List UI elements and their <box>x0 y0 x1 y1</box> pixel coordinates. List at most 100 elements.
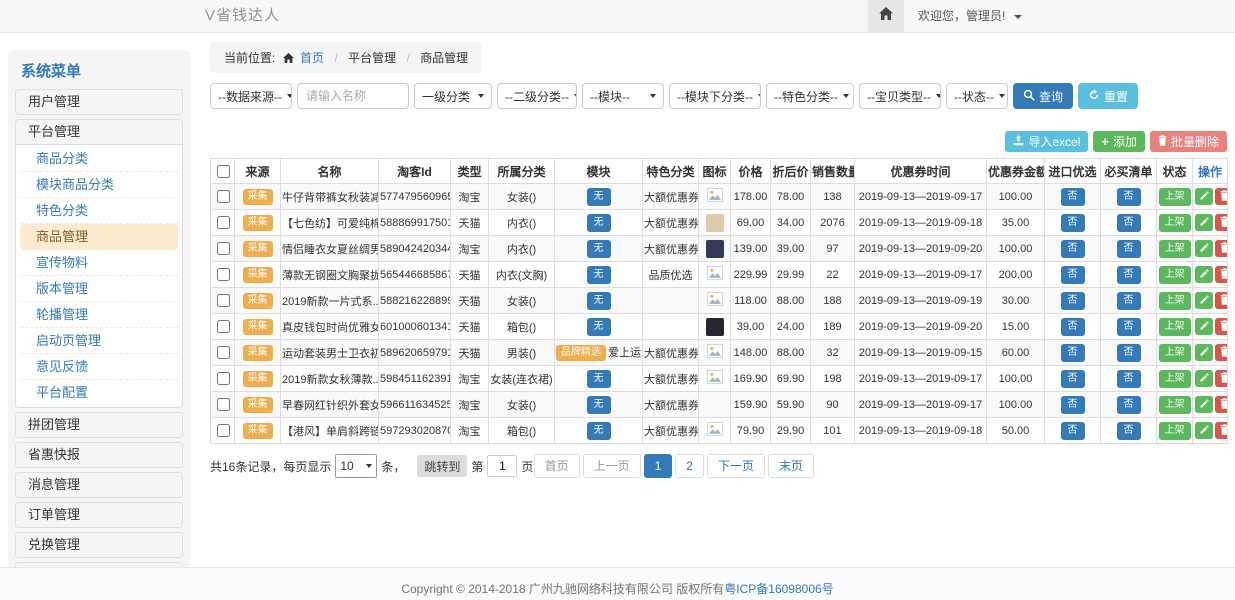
status-badge[interactable]: 上架 <box>1159 318 1191 336</box>
row-checkbox[interactable] <box>217 242 230 255</box>
pagination-button[interactable]: 1 <box>644 454 673 478</box>
filter-select[interactable]: --状态-- <box>946 83 1008 109</box>
sidebar-section-header[interactable]: 用户管理 <box>16 90 182 114</box>
page-size-select[interactable]: 10 <box>335 454 377 478</box>
edit-button[interactable] <box>1195 370 1213 387</box>
add-button[interactable]: + 添加 <box>1093 131 1145 152</box>
status-badge[interactable]: 上架 <box>1159 396 1191 414</box>
edit-button[interactable] <box>1195 214 1213 231</box>
row-checkbox[interactable] <box>217 372 230 385</box>
sidebar-item[interactable]: 商品管理 <box>20 224 178 250</box>
must-buy-badge[interactable]: 否 <box>1117 188 1141 206</box>
delete-button[interactable] <box>1215 396 1228 413</box>
must-buy-badge[interactable]: 否 <box>1117 214 1141 232</box>
edit-button[interactable] <box>1195 344 1213 361</box>
import-select-badge[interactable]: 否 <box>1061 318 1085 336</box>
sidebar-section-header[interactable]: 省惠快报 <box>16 443 182 467</box>
pagination-button[interactable]: 首页 <box>534 454 580 478</box>
module-badge[interactable]: 无 <box>587 370 611 388</box>
must-buy-badge[interactable]: 否 <box>1117 292 1141 310</box>
filter-select[interactable]: 一级分类 <box>414 83 492 109</box>
sidebar-section-header[interactable]: 平台管理 <box>16 120 182 144</box>
module-badge[interactable]: 无 <box>587 292 611 310</box>
pagination-button[interactable]: 2 <box>675 454 704 478</box>
jump-button[interactable]: 跳转到 <box>417 455 467 477</box>
edit-button[interactable] <box>1195 422 1213 439</box>
import-select-badge[interactable]: 否 <box>1061 240 1085 258</box>
import-select-badge[interactable]: 否 <box>1061 422 1085 440</box>
import-select-badge[interactable]: 否 <box>1061 266 1085 284</box>
module-badge[interactable]: 无 <box>587 396 611 414</box>
row-checkbox[interactable] <box>217 346 230 359</box>
must-buy-badge[interactable]: 否 <box>1117 318 1141 336</box>
sidebar-item[interactable]: 版本管理 <box>20 276 178 302</box>
search-button[interactable]: 查询 <box>1013 83 1073 109</box>
edit-button[interactable] <box>1195 240 1213 257</box>
delete-button[interactable] <box>1215 214 1228 231</box>
filter-select[interactable]: --数据来源-- <box>210 83 292 109</box>
search-name-input[interactable] <box>297 83 409 109</box>
module-badge[interactable]: 品牌精选 <box>556 345 606 361</box>
must-buy-badge[interactable]: 否 <box>1117 422 1141 440</box>
delete-button[interactable] <box>1215 188 1228 205</box>
batch-delete-button[interactable]: 批量删除 <box>1150 131 1227 152</box>
sidebar-item[interactable]: 宣传物料 <box>20 250 178 276</box>
delete-button[interactable] <box>1215 370 1228 387</box>
icp-link[interactable]: 粤ICP备16098006号 <box>724 582 833 596</box>
status-badge[interactable]: 上架 <box>1159 292 1191 310</box>
module-badge[interactable]: 无 <box>587 318 611 336</box>
row-checkbox[interactable] <box>217 398 230 411</box>
import-select-badge[interactable]: 否 <box>1061 188 1085 206</box>
row-checkbox[interactable] <box>217 424 230 437</box>
delete-button[interactable] <box>1215 422 1228 439</box>
row-checkbox[interactable] <box>217 268 230 281</box>
edit-button[interactable] <box>1195 266 1213 283</box>
status-badge[interactable]: 上架 <box>1159 240 1191 258</box>
row-checkbox[interactable] <box>217 294 230 307</box>
module-badge[interactable]: 无 <box>587 266 611 284</box>
edit-button[interactable] <box>1195 188 1213 205</box>
sidebar-item[interactable]: 启动页管理 <box>20 328 178 354</box>
status-badge[interactable]: 上架 <box>1159 422 1191 440</box>
select-all-checkbox[interactable] <box>217 165 230 178</box>
must-buy-badge[interactable]: 否 <box>1117 266 1141 284</box>
row-checkbox[interactable] <box>217 190 230 203</box>
row-checkbox[interactable] <box>217 320 230 333</box>
delete-button[interactable] <box>1215 318 1228 335</box>
filter-select[interactable]: --模块下分类-- <box>669 83 761 109</box>
filter-select[interactable]: --二级分类-- <box>497 83 577 109</box>
module-badge[interactable]: 无 <box>587 188 611 206</box>
user-menu[interactable]: 欢迎您，管理员! <box>918 0 1022 32</box>
import-select-badge[interactable]: 否 <box>1061 214 1085 232</box>
filter-select[interactable]: --模块-- <box>582 83 664 109</box>
status-badge[interactable]: 上架 <box>1159 370 1191 388</box>
edit-button[interactable] <box>1195 292 1213 309</box>
must-buy-badge[interactable]: 否 <box>1117 240 1141 258</box>
topbar-home-button[interactable] <box>868 0 904 32</box>
status-badge[interactable]: 上架 <box>1159 344 1191 362</box>
sidebar-item[interactable]: 特色分类 <box>20 198 178 224</box>
filter-select[interactable]: --特色分类-- <box>766 83 854 109</box>
must-buy-badge[interactable]: 否 <box>1117 344 1141 362</box>
page-number-input[interactable] <box>487 455 517 477</box>
edit-button[interactable] <box>1195 396 1213 413</box>
import-select-badge[interactable]: 否 <box>1061 396 1085 414</box>
sidebar-section-header[interactable]: 消息管理 <box>16 473 182 497</box>
delete-button[interactable] <box>1215 292 1228 309</box>
pagination-button[interactable]: 下一页 <box>707 454 765 478</box>
filter-select[interactable]: --宝贝类型-- <box>859 83 941 109</box>
breadcrumb-home-link[interactable]: 首页 <box>300 51 324 65</box>
edit-button[interactable] <box>1195 318 1213 335</box>
delete-button[interactable] <box>1215 266 1228 283</box>
import-select-badge[interactable]: 否 <box>1061 344 1085 362</box>
sidebar-section-header[interactable]: 拼团管理 <box>16 413 182 437</box>
pagination-button[interactable]: 上一页 <box>583 454 641 478</box>
sidebar-section-header[interactable]: 订单管理 <box>16 503 182 527</box>
sidebar-item[interactable]: 商品分类 <box>20 146 178 172</box>
import-excel-button[interactable]: 导入excel <box>1005 131 1088 152</box>
sidebar-item[interactable]: 轮播管理 <box>20 302 178 328</box>
row-checkbox[interactable] <box>217 216 230 229</box>
sidebar-section-header[interactable]: 兑换管理 <box>16 533 182 557</box>
status-badge[interactable]: 上架 <box>1159 214 1191 232</box>
must-buy-badge[interactable]: 否 <box>1117 396 1141 414</box>
